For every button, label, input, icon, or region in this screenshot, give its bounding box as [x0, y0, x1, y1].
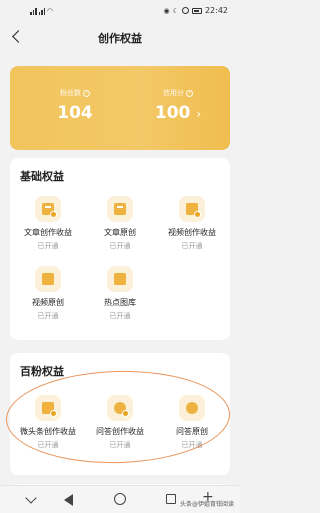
page-title: 创作权益 — [98, 32, 142, 45]
section-title: 基础权益 — [20, 170, 64, 183]
right-item-video-original[interactable]: 视频原创 已开通 — [13, 266, 83, 321]
fans-label: 粉丝数 — [60, 89, 81, 97]
video-original-icon — [35, 266, 61, 292]
right-status: 已开通 — [37, 312, 59, 320]
system-nav-bar: + 头条@伊姐育钳阅读 — [0, 485, 240, 513]
right-item-image-library[interactable]: 热点图库 已开通 — [85, 266, 155, 321]
right-name: 文章原创 — [104, 228, 136, 237]
video-income-icon — [179, 196, 205, 222]
basic-rights-card: 基础权益 文章创作收益 已开通 文章原创 已开通 视频创作收益 已开通 视频原创… — [10, 158, 230, 340]
section-title: 百粉权益 — [20, 365, 64, 378]
chevron-down-icon[interactable] — [25, 492, 37, 504]
article-income-icon — [35, 196, 61, 222]
right-name: 视频原创 — [32, 298, 64, 307]
image-library-icon — [107, 266, 133, 292]
fans-count-block[interactable]: 粉丝数 ? 104 — [40, 88, 110, 123]
help-icon[interactable]: ? — [83, 89, 90, 97]
right-name: 热点图库 — [104, 298, 136, 307]
right-status: 已开通 — [37, 242, 59, 250]
signal-icon: ◠ — [30, 7, 53, 15]
right-name: 视频创作收益 — [168, 228, 216, 237]
alarm-icon — [181, 7, 189, 14]
moon-icon: ☾ — [172, 6, 179, 15]
recent-apps-icon[interactable] — [166, 494, 176, 504]
stats-banner: 粉丝数 ? 104 信用分 ? 100 › — [10, 66, 230, 150]
nav-bar: 创作权益 — [0, 22, 240, 54]
right-status: 已开通 — [109, 242, 131, 250]
back-triangle-icon[interactable] — [64, 494, 73, 506]
right-status: 已开通 — [109, 312, 131, 320]
right-item-article-original[interactable]: 文章原创 已开通 — [85, 196, 155, 251]
help-icon[interactable]: ? — [186, 89, 193, 97]
fans-value: 104 — [57, 103, 93, 123]
right-name: 文章创作收益 — [24, 228, 72, 237]
right-item-video-income[interactable]: 视频创作收益 已开通 — [157, 196, 227, 251]
watermark: 头条@伊姐育钳阅读 — [179, 501, 234, 508]
home-circle-icon[interactable] — [114, 493, 126, 505]
eye-icon: ◉ — [163, 6, 170, 15]
credit-value: 100 — [154, 103, 191, 123]
battery-icon — [191, 7, 202, 14]
wifi-icon: ◠ — [47, 7, 54, 15]
credit-label: 信用分 — [163, 89, 184, 97]
status-time: 22:42 — [204, 6, 228, 15]
chevron-right-icon[interactable]: › — [196, 107, 201, 121]
article-original-icon — [107, 196, 133, 222]
right-status: 已开通 — [181, 242, 203, 250]
credit-score-block[interactable]: 信用分 ? 100 › — [143, 88, 213, 123]
status-bar: ◠ ◉ ☾ 22:42 — [0, 0, 240, 22]
right-item-article-income[interactable]: 文章创作收益 已开通 — [13, 196, 83, 251]
